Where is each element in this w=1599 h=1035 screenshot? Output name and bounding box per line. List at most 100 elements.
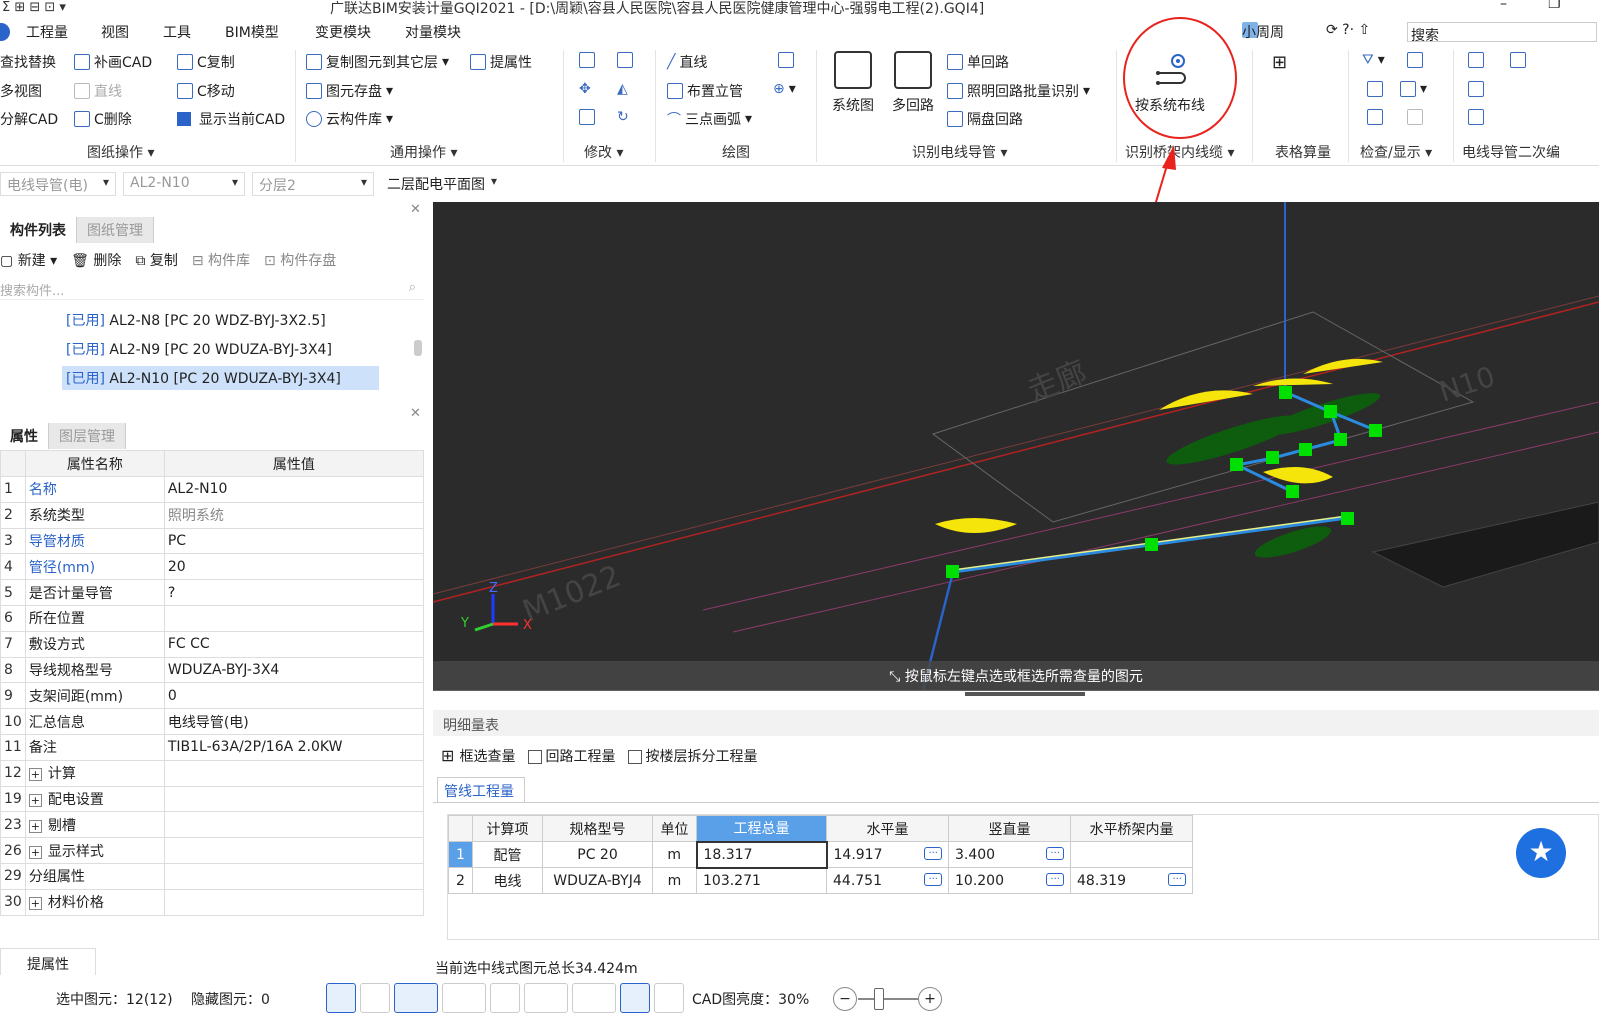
menu-item-view[interactable]: 视图	[101, 22, 129, 42]
floor-select[interactable]: 分层2	[252, 172, 374, 196]
category-select[interactable]: 电线导管(电)	[0, 172, 116, 196]
line-disabled-button[interactable]: 直线	[74, 81, 122, 101]
property-value[interactable]	[163, 888, 425, 916]
group-check[interactable]: 检查/显示 ▾	[1360, 142, 1432, 162]
quick-access-icons[interactable]: Σ ⊞ ⊟ ⊡ ▾	[2, 0, 66, 15]
split-icon[interactable]	[1468, 52, 1484, 68]
display-icon-2[interactable]	[1407, 109, 1423, 125]
property-value[interactable]: 电线导管(电)	[163, 708, 425, 735]
rect-select-icon[interactable]	[394, 983, 438, 1013]
property-value[interactable]: 0	[163, 682, 425, 710]
help-icon[interactable]: ⟳ ?· ⇧	[1326, 22, 1370, 38]
expand-icon[interactable]: +	[28, 819, 42, 833]
merge-icon[interactable]	[1510, 52, 1526, 68]
menu-item-tools[interactable]: 工具	[163, 22, 191, 42]
explode-cad-button[interactable]: 分解CAD	[0, 109, 58, 129]
table-row[interactable]: 2 电线 WDUZA-BYJ4 m 103.271 44.751 ··· 10.200 ··· 4…	[448, 867, 1193, 894]
component-select[interactable]: AL2-N10	[123, 172, 245, 196]
list-item-selected[interactable]: [已用] AL2-N10 [PC 20 WDUZA-BYJ-3X4]	[62, 366, 379, 390]
close-icon[interactable]: ✕	[410, 406, 421, 421]
more-icon[interactable]: ···	[924, 872, 942, 886]
system-diagram-button[interactable]: 系统图	[828, 51, 878, 115]
multi-circuit-button[interactable]: 多回路	[888, 51, 938, 115]
tray-quantity[interactable]	[1070, 841, 1193, 868]
property-row[interactable]: 30 + 材料价格	[0, 888, 425, 916]
property-value[interactable]	[163, 837, 425, 864]
find-replace-button[interactable]: 查找替换	[0, 52, 56, 72]
total-quantity[interactable]: 103.271	[696, 867, 827, 894]
hierarchy-icon[interactable]	[1468, 81, 1484, 97]
single-circuit-button[interactable]: 单回路	[947, 52, 1009, 72]
menu-item-bim[interactable]: BIM模型	[225, 22, 279, 42]
property-row[interactable]: 5 是否计量导管?	[0, 579, 425, 606]
group-common-ops[interactable]: 通用操作 ▾	[390, 142, 457, 162]
property-row[interactable]: 29 分组属性	[0, 862, 425, 890]
property-value[interactable]	[163, 759, 425, 787]
mirror-doc-icon[interactable]	[617, 52, 633, 68]
property-row[interactable]: 23 + 剔槽	[0, 811, 425, 839]
mirror-icon[interactable]: ◭	[617, 81, 628, 97]
tab-pipe-quantity[interactable]: 管线工程量	[437, 777, 525, 803]
property-row[interactable]: 10 汇总信息 电线导管(电)	[0, 708, 425, 735]
property-row[interactable]: 12 + 计算	[0, 759, 425, 787]
box-select-button[interactable]: ⊞ 框选查量	[441, 746, 516, 766]
display-mode-icon[interactable]	[620, 983, 650, 1013]
vertical-quantity[interactable]: 3.400 ···	[948, 841, 1071, 868]
minimize-icon[interactable]: –	[1500, 0, 1507, 12]
delete-button[interactable]: 🗑 删除	[71, 250, 121, 270]
drawing-select[interactable]: 二层配电平面图	[381, 172, 503, 196]
more-icon[interactable]: ···	[1046, 872, 1064, 886]
extract-props-panel-button[interactable]: 提属性	[0, 948, 96, 978]
three-point-arc-button[interactable]: ⌒ 三点画弧 ▾	[667, 109, 752, 129]
multi-view-button[interactable]: 多视图	[0, 81, 42, 101]
property-row[interactable]: 3 导管材质 PC	[0, 527, 425, 555]
cloud-library-button[interactable]: 云构件库 ▾	[306, 109, 393, 129]
property-row[interactable]: 19 + 配电设置	[0, 785, 425, 813]
new-button[interactable]: ▢ 新建 ▾	[0, 250, 57, 270]
copy-tool-icon[interactable]	[579, 52, 595, 68]
redraw-cad-button[interactable]: 补画CAD	[74, 52, 152, 72]
extract-props-button[interactable]: 提属性	[470, 52, 532, 72]
list-item[interactable]: [已用] AL2-N9 [PC 20 WDUZA-BYJ-3X4]	[62, 337, 336, 361]
horizontal-quantity[interactable]: 14.917 ···	[826, 841, 949, 868]
edit-icon[interactable]	[1468, 109, 1484, 125]
group-identify[interactable]: 识别电线导管 ▾	[912, 142, 1007, 162]
store-button[interactable]: ⊡ 构件存盘	[264, 250, 336, 270]
splitter-handle[interactable]	[965, 692, 1085, 696]
menu-item-compare[interactable]: 对量模块	[405, 22, 461, 42]
total-quantity[interactable]: 18.317	[695, 840, 828, 869]
draw-line-button[interactable]: ╱ 直线	[667, 52, 707, 72]
trash-icon[interactable]	[579, 109, 595, 125]
circuit-quantity-checkbox[interactable]: 回路工程量	[527, 746, 616, 766]
arc-snap-icon[interactable]	[654, 983, 684, 1013]
zoom-in-icon[interactable]: +	[918, 987, 942, 1011]
component-search-input[interactable]: 搜索构件... ⌕	[0, 278, 424, 300]
rotate-icon[interactable]: ↻	[617, 109, 629, 125]
display-icon[interactable]: ▾	[1400, 81, 1427, 97]
pipe-icon[interactable]	[778, 52, 794, 68]
horizontal-quantity[interactable]: 44.751 ···	[826, 867, 949, 894]
library-button[interactable]: ⊟ 构件库	[192, 250, 250, 270]
c-copy-button[interactable]: C复制	[177, 52, 235, 72]
move-tool-icon[interactable]: ✥	[579, 81, 591, 97]
offset-icon[interactable]	[572, 983, 616, 1013]
property-value[interactable]: TIB1L-63A/2P/16A 2.0KW	[163, 733, 425, 761]
list-item[interactable]: [已用] AL2-N8 [PC 20 WDZ-BYJ-3X2.5]	[62, 308, 330, 332]
3d-cube-icon[interactable]	[442, 983, 486, 1013]
tab-properties[interactable]: 属性	[0, 423, 49, 449]
property-value[interactable]: AL2-N10	[163, 476, 425, 503]
property-value[interactable]	[163, 785, 425, 813]
brightness-slider-handle[interactable]	[874, 988, 884, 1010]
expand-icon[interactable]: +	[28, 768, 42, 782]
restore-icon[interactable]: ❐	[1548, 0, 1561, 12]
filter-icon[interactable]: ⛛ ▾	[1362, 52, 1385, 68]
app-logo-icon[interactable]	[0, 23, 10, 41]
property-row[interactable]: 9 支架间距(mm) 0	[0, 682, 425, 710]
more-icon[interactable]: ···	[924, 846, 942, 860]
property-row[interactable]: 26 + 显示样式	[0, 837, 425, 864]
close-icon[interactable]: ✕	[410, 202, 421, 217]
group-modify[interactable]: 修改 ▾	[584, 142, 623, 162]
cross-icon[interactable]	[490, 983, 520, 1013]
property-value[interactable]: FC CC	[163, 630, 425, 658]
more-icon[interactable]: ···	[1168, 872, 1186, 886]
